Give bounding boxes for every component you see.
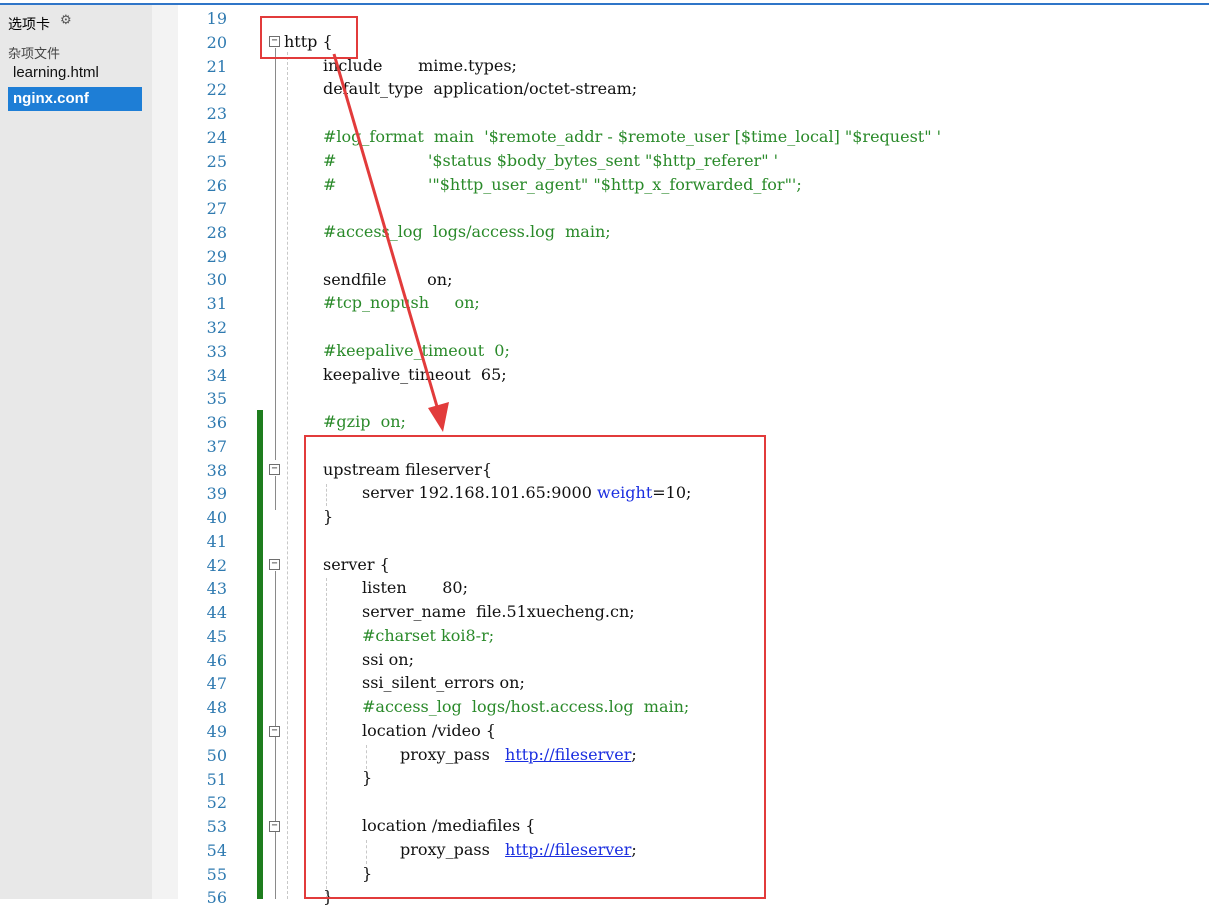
annotation-arrow xyxy=(332,53,449,432)
arrow-head xyxy=(428,402,449,432)
arrow-shaft xyxy=(332,53,440,411)
